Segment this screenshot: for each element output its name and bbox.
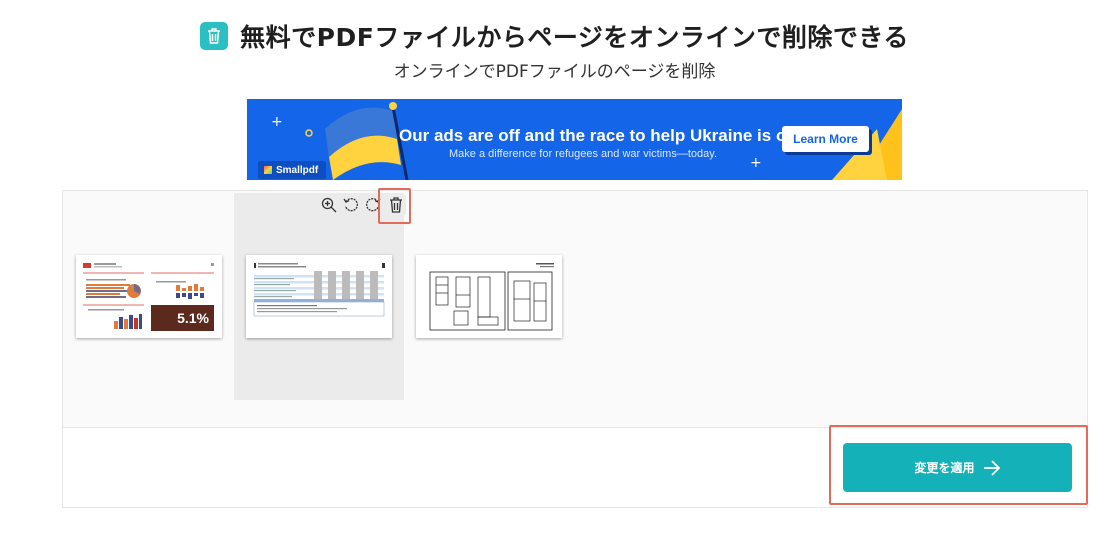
smallpdf-logo-icon [264,166,272,174]
page-1-badge: 5.1% [177,310,209,326]
ad-subline: Make a difference for refugees and war v… [449,148,717,160]
trash-highlight [378,188,411,224]
ad-brand: Smallpdf [258,161,326,179]
ad-brand-label: Smallpdf [276,164,319,176]
page-header: 無料でPDFファイルからページをオンラインで削除できる オンラインでPDFファイ… [0,18,1109,82]
svg-text:+: + [271,114,283,130]
svg-text:+: + [750,155,762,171]
apply-highlight [829,425,1088,505]
rotate-left-icon[interactable] [342,196,360,214]
page-1-photo: 5.1% [151,305,214,331]
title-row: 無料でPDFファイルからページをオンラインで削除できる [0,18,1109,54]
ad-headline: Our ads are off and the race to help Ukr… [399,126,797,145]
page-2-content [253,263,385,317]
page-thumbnail-2[interactable] [246,255,392,338]
zoom-in-icon[interactable] [320,196,338,214]
page-title: 無料でPDFファイルからページをオンラインで削除できる [240,23,909,52]
page-thumbnail-1[interactable]: 5.1% [76,255,222,338]
learn-more-button[interactable]: Learn More [782,126,869,152]
trash-icon [200,22,229,50]
page-thumbnail-3[interactable] [416,255,562,338]
ad-banner[interactable]: + + Our ads are off and the race to help… [247,99,902,180]
page-3-content [429,263,554,331]
page-subtitle: オンラインでPDFファイルのページを削除 [393,62,716,82]
